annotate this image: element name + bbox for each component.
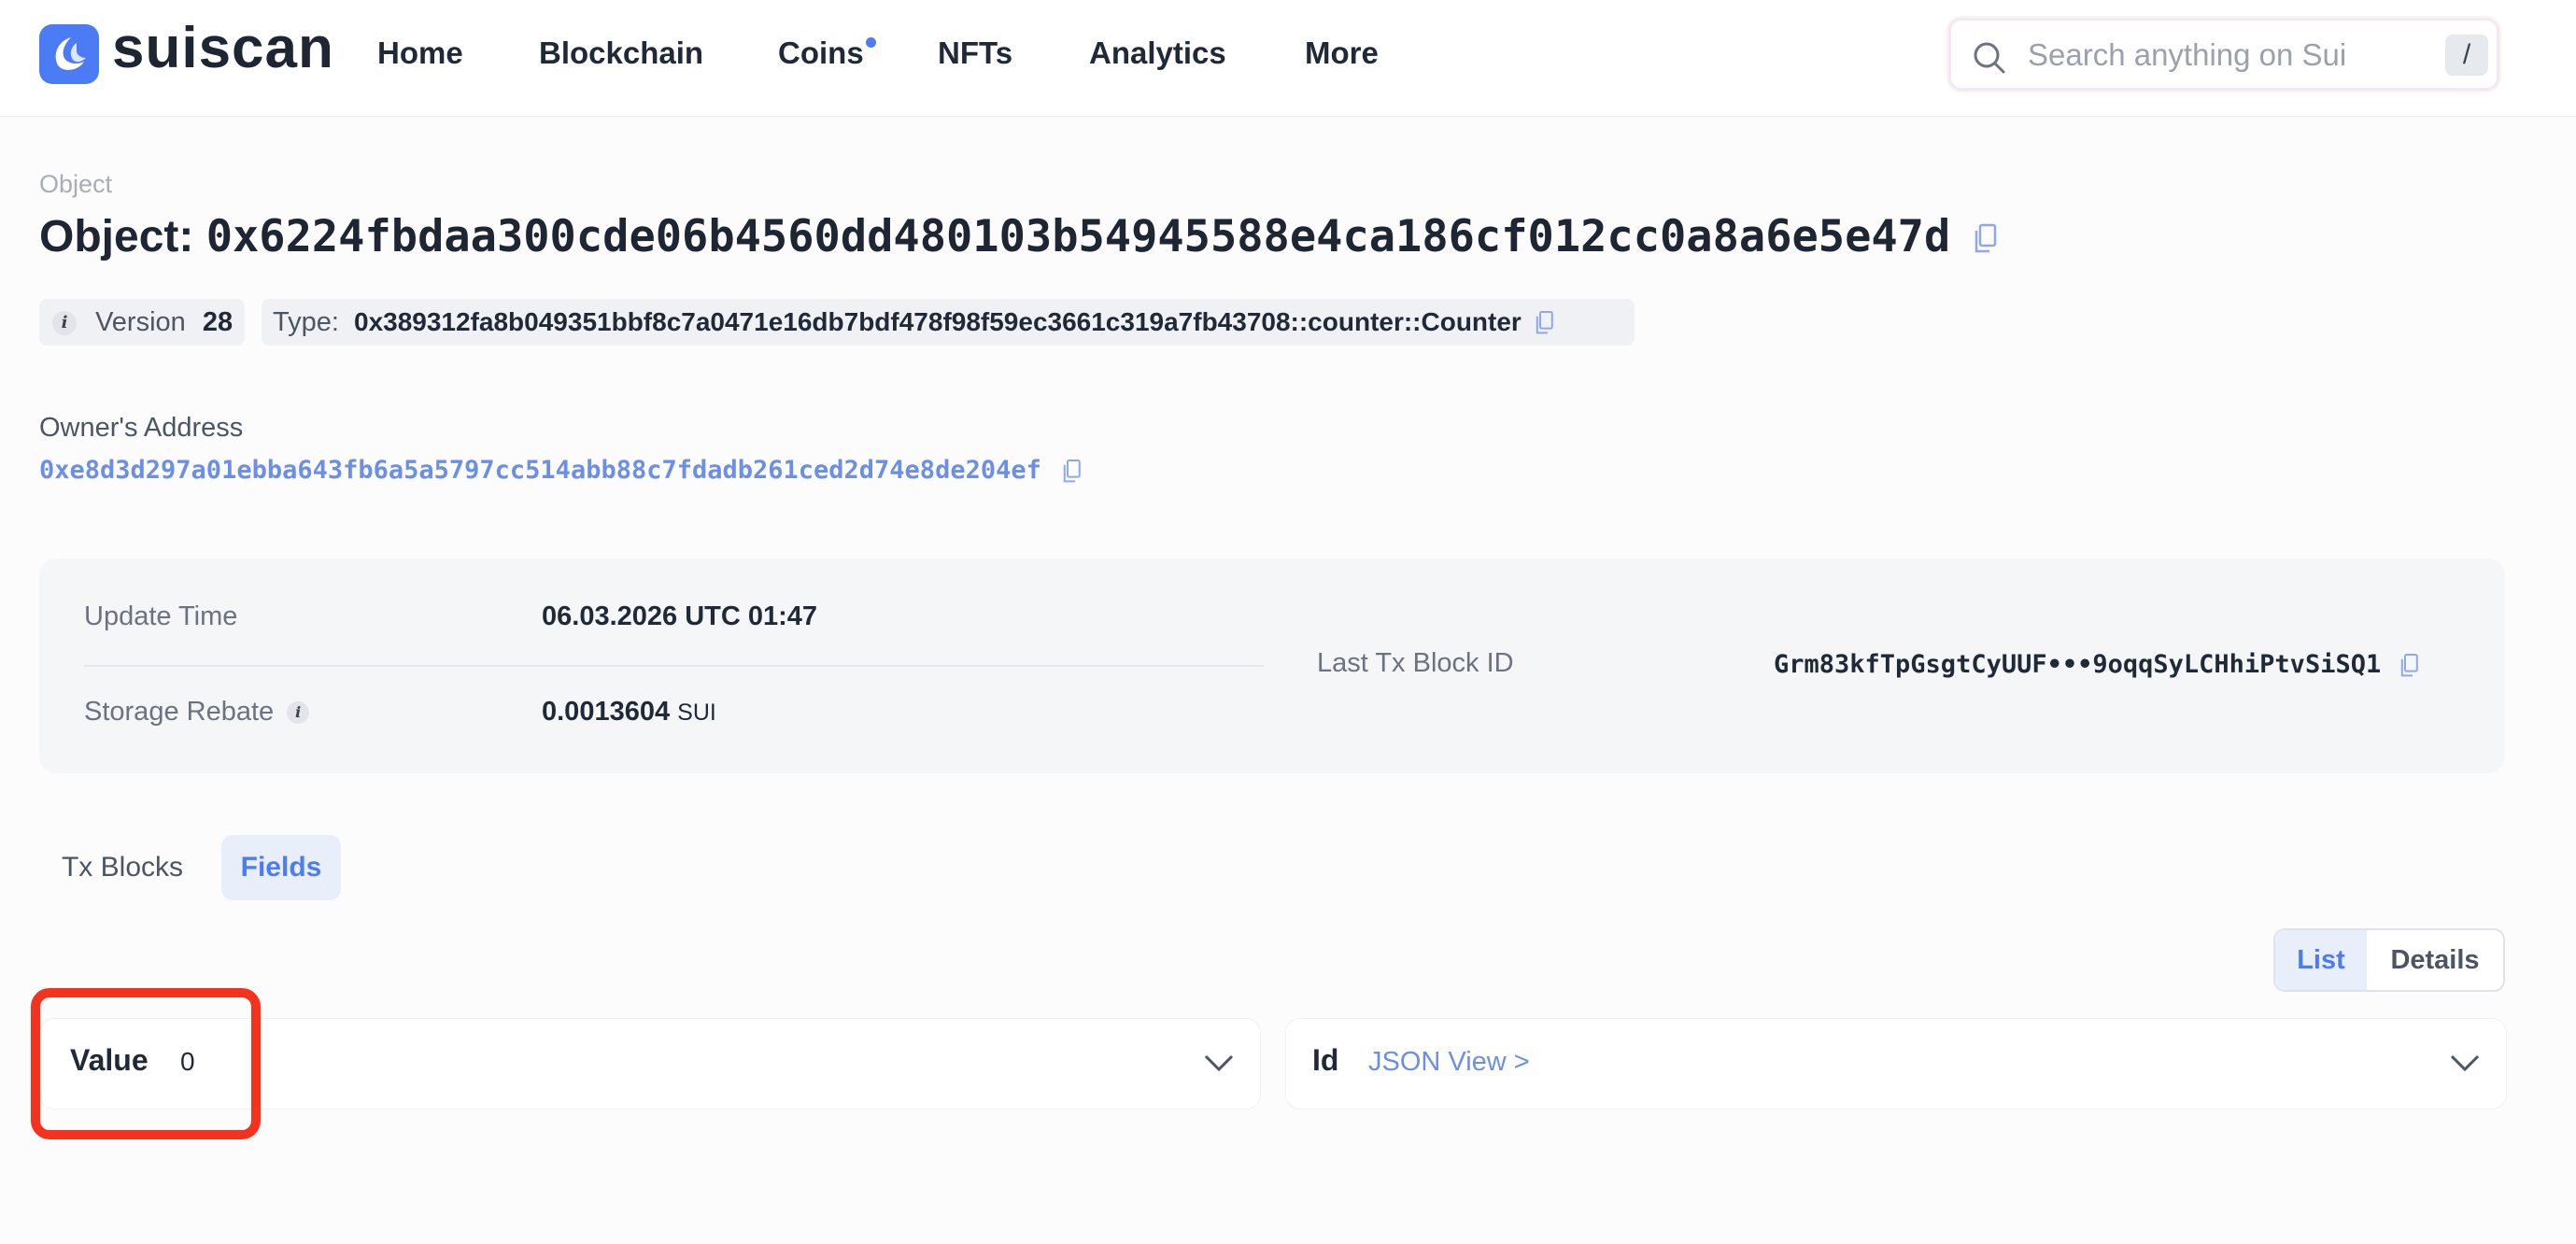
storage-rebate-value: 0.0013604 SUI — [542, 697, 716, 728]
version-badge: i Version 28 — [39, 299, 245, 346]
top-navbar: suiscan Home Blockchain Coins NFTs Analy… — [0, 0, 2576, 117]
nav-blockchain[interactable]: Blockchain — [539, 35, 703, 71]
search-input[interactable] — [2026, 34, 2422, 77]
copy-icon[interactable] — [1971, 223, 1999, 255]
version-label: Version — [95, 307, 186, 337]
title-prefix: Object: — [39, 212, 194, 262]
nav-home[interactable]: Home — [377, 35, 463, 71]
brand-name[interactable]: suiscan — [112, 15, 334, 81]
page-title: Object: 0x6224fbdaa300cde06b4560dd480103… — [39, 211, 1999, 262]
owner-address[interactable]: 0xe8d3d297a01ebba643fb6a5a5797cc514abb88… — [39, 456, 1041, 485]
copy-icon[interactable] — [1060, 459, 1083, 485]
object-details-card: Update Time 06.03.2026 UTC 01:47 Storage… — [39, 558, 2505, 773]
field-name: Id — [1312, 1043, 1339, 1077]
storage-rebate-unit: SUI — [677, 700, 716, 726]
storage-rebate-label-text: Storage Rebate — [84, 697, 275, 727]
search-shortcut-key: / — [2445, 35, 2488, 76]
type-value: 0x389312fa8b049351bbf8c7a0471e16db7bdf47… — [354, 307, 1522, 336]
suiscan-logo-icon[interactable] — [39, 24, 99, 84]
view-toggle: List Details — [2273, 928, 2505, 992]
divider — [84, 665, 1265, 667]
tab-fields[interactable]: Fields — [221, 835, 341, 900]
info-icon[interactable]: i — [52, 311, 77, 336]
storage-rebate-amount: 0.0013604 — [542, 697, 671, 727]
last-tx-link[interactable]: Grm83kfTpGsgtCyUUF•••9oqqSyLCHhiPtvSiSQ1 — [1774, 650, 2420, 679]
breadcrumb: Object — [39, 170, 113, 198]
owner-address-link[interactable]: 0xe8d3d297a01ebba643fb6a5a5797cc514abb88… — [39, 456, 1083, 485]
chevron-down-icon[interactable] — [1202, 1049, 1236, 1077]
info-icon[interactable]: i — [287, 701, 310, 725]
type-badge: Type: 0x389312fa8b049351bbf8c7a0471e16db… — [262, 299, 1635, 346]
owner-label: Owner's Address — [39, 413, 244, 443]
list-view-button[interactable]: List — [2275, 930, 2367, 990]
copy-icon[interactable] — [1533, 310, 1555, 336]
version-value: 28 — [202, 307, 234, 337]
nav-analytics[interactable]: Analytics — [1089, 35, 1226, 71]
last-tx-value[interactable]: Grm83kfTpGsgtCyUUF•••9oqqSyLCHhiPtvSiSQ1 — [1774, 650, 2381, 679]
nav-more[interactable]: More — [1305, 35, 1379, 71]
search-icon — [1974, 42, 2005, 74]
chevron-down-icon[interactable] — [2448, 1049, 2482, 1077]
last-tx-label: Last Tx Block ID — [1317, 648, 1514, 678]
highlight-box — [31, 988, 261, 1139]
json-view-link[interactable]: JSON View > — [1368, 1047, 1530, 1078]
object-id: 0x6224fbdaa300cde06b4560dd480103b5494558… — [205, 211, 1951, 262]
field-id-card[interactable]: Id JSON View > — [1285, 1018, 2507, 1110]
copy-icon[interactable] — [2398, 653, 2420, 679]
new-indicator-dot — [866, 37, 876, 48]
search-box[interactable]: / — [1948, 18, 2499, 91]
update-time-label: Update Time — [84, 601, 238, 631]
nav-coins[interactable]: Coins — [778, 35, 864, 71]
update-time-value: 06.03.2026 UTC 01:47 — [542, 601, 818, 631]
type-label: Type: — [273, 307, 339, 337]
tab-tx-blocks[interactable]: Tx Blocks — [39, 835, 205, 900]
details-view-button[interactable]: Details — [2367, 930, 2503, 990]
nav-nfts[interactable]: NFTs — [938, 35, 1012, 71]
storage-rebate-label: Storage Rebate i — [84, 697, 310, 728]
